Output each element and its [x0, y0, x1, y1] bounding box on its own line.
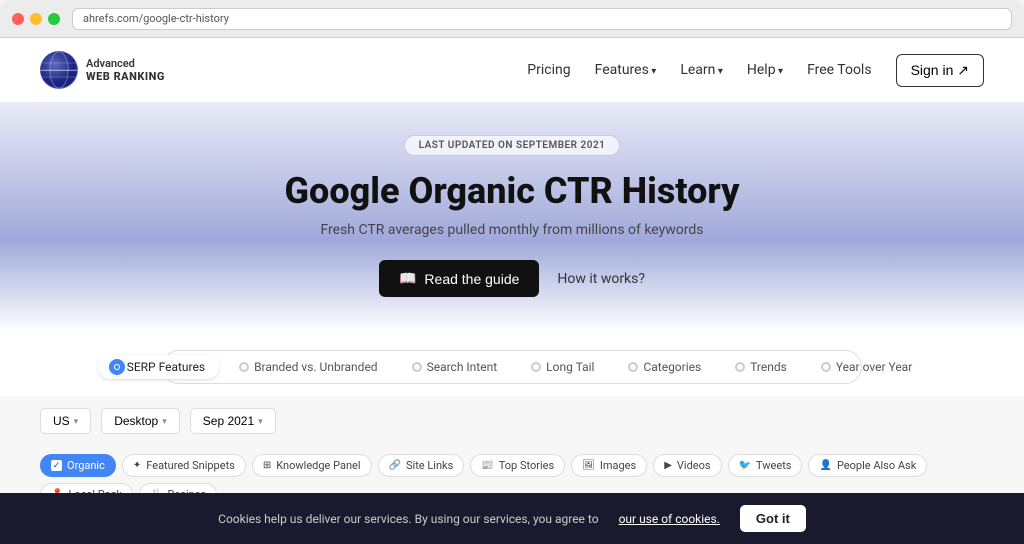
nav-free-tools[interactable]: Free Tools [807, 62, 872, 78]
read-guide-button[interactable]: 📖 Read the guide [379, 260, 539, 297]
tab-label-longtail: Long Tail [546, 360, 594, 374]
tweets-icon: 🐦 [739, 460, 751, 471]
country-filter[interactable]: US ▾ [40, 408, 91, 434]
tab-branded-unbranded[interactable]: Branded vs. Unbranded [225, 355, 392, 379]
nav-links: Pricing Features Learn Help Free Tools S… [527, 54, 984, 87]
tab-label-serp: SERP Features [127, 360, 205, 374]
logo-globe-icon [40, 51, 78, 89]
tag-top-stories[interactable]: 📰 Top Stories [470, 454, 565, 477]
tab-radio-intent [412, 362, 422, 372]
tabs-section: SERP Features Branded vs. Unbranded Sear… [0, 332, 1024, 384]
navigation: Advanced WEB RANKING Pricing Features Le… [0, 38, 1024, 103]
tag-label-paa: People Also Ask [837, 459, 916, 472]
tag-people-also-ask[interactable]: 👤 People Also Ask [808, 454, 927, 477]
tab-categories[interactable]: Categories [614, 355, 715, 379]
device-filter[interactable]: Desktop ▾ [101, 408, 180, 434]
hero-actions: 📖 Read the guide How it works? [20, 260, 1004, 297]
logo-advanced: Advanced [86, 57, 165, 70]
tab-year-over-year[interactable]: Year over Year [807, 355, 926, 379]
tag-images[interactable]: 🖼 Images [571, 454, 647, 477]
cookie-banner: Cookies help us deliver our services. By… [0, 493, 1024, 544]
browser-chrome: ahrefs.com/google-ctr-history [0, 0, 1024, 38]
top-stories-icon: 📰 [481, 460, 493, 471]
tag-featured-snippets[interactable]: ✦ Featured Snippets [122, 454, 246, 477]
page-content: Advanced WEB RANKING Pricing Features Le… [0, 38, 1024, 544]
how-it-works-link[interactable]: How it works? [557, 271, 645, 287]
nav-pricing[interactable]: Pricing [527, 62, 570, 78]
hero-title: Google Organic CTR History [20, 170, 1004, 212]
people-also-ask-icon: 👤 [819, 460, 831, 471]
tag-label-videos: Videos [677, 459, 711, 472]
tab-search-intent[interactable]: Search Intent [398, 355, 512, 379]
tab-radio-categories [628, 362, 638, 372]
sign-in-button[interactable]: Sign in ↗ [896, 54, 984, 87]
logo[interactable]: Advanced WEB RANKING [40, 51, 165, 89]
logo-web-ranking: WEB RANKING [86, 70, 165, 83]
tab-radio-longtail [531, 362, 541, 372]
country-dropdown-icon: ▾ [74, 416, 79, 427]
hero-section: LAST UPDATED ON SEPTEMBER 2021 Google Or… [0, 103, 1024, 332]
tab-label-categories: Categories [643, 360, 701, 374]
tab-serp-features[interactable]: SERP Features [98, 355, 219, 379]
date-label: Sep 2021 [203, 414, 254, 428]
knowledge-panel-icon: ⊞ [263, 460, 271, 471]
date-filter[interactable]: Sep 2021 ▾ [190, 408, 276, 434]
tag-check-organic: ✓ [51, 460, 62, 471]
cookie-link[interactable]: our use of cookies. [619, 512, 720, 526]
tag-label-organic: Organic [67, 459, 105, 472]
tag-site-links[interactable]: 🔗 Site Links [378, 454, 465, 477]
site-links-icon: 🔗 [389, 460, 401, 471]
tab-radio-yoy [821, 362, 831, 372]
nav-features[interactable]: Features [595, 62, 657, 78]
tab-long-tail[interactable]: Long Tail [517, 355, 608, 379]
filters-row: US ▾ Desktop ▾ Sep 2021 ▾ [0, 396, 1024, 446]
tag-organic[interactable]: ✓ Organic [40, 454, 116, 477]
tab-label-trends: Trends [750, 360, 787, 374]
cookie-text: Cookies help us deliver our services. By… [218, 512, 598, 526]
tag-label-featured: Featured Snippets [146, 459, 235, 472]
logo-text: Advanced WEB RANKING [86, 57, 165, 83]
tab-label-yoy: Year over Year [836, 360, 912, 374]
nav-learn[interactable]: Learn [680, 62, 723, 78]
close-button[interactable] [12, 13, 24, 25]
tag-label-topstories: Top Stories [499, 459, 554, 472]
tag-label-tweets: Tweets [756, 459, 791, 472]
tab-label-branded: Branded vs. Unbranded [254, 360, 378, 374]
device-label: Desktop [114, 414, 158, 428]
hero-badge: LAST UPDATED ON SEPTEMBER 2021 [404, 135, 621, 156]
tag-label-sitelinks: Site Links [406, 459, 453, 472]
got-it-button[interactable]: Got it [740, 505, 806, 532]
read-guide-label: Read the guide [424, 271, 519, 287]
images-icon: 🖼 [582, 460, 595, 471]
tabs-row: SERP Features Branded vs. Unbranded Sear… [162, 350, 862, 384]
device-dropdown-icon: ▾ [162, 416, 167, 427]
tab-radio-serp [112, 362, 122, 372]
tab-label-intent: Search Intent [427, 360, 498, 374]
url-text: ahrefs.com/google-ctr-history [83, 12, 229, 25]
traffic-lights [12, 13, 60, 25]
featured-snippets-icon: ✦ [133, 460, 141, 471]
videos-icon: ▶ [664, 460, 672, 471]
tab-trends[interactable]: Trends [721, 355, 801, 379]
address-bar[interactable]: ahrefs.com/google-ctr-history [72, 8, 1012, 30]
minimize-button[interactable] [30, 13, 42, 25]
tag-videos[interactable]: ▶ Videos [653, 454, 721, 477]
tag-label-knowledge: Knowledge Panel [276, 459, 360, 472]
tab-radio-trends [735, 362, 745, 372]
nav-help[interactable]: Help [747, 62, 783, 78]
tag-label-images: Images [600, 459, 636, 472]
tag-tweets[interactable]: 🐦 Tweets [728, 454, 803, 477]
tag-knowledge-panel[interactable]: ⊞ Knowledge Panel [252, 454, 372, 477]
book-icon: 📖 [399, 270, 416, 287]
date-dropdown-icon: ▾ [258, 416, 263, 427]
hero-subtitle: Fresh CTR averages pulled monthly from m… [20, 222, 1004, 238]
tab-radio-branded [239, 362, 249, 372]
fullscreen-button[interactable] [48, 13, 60, 25]
country-label: US [53, 414, 70, 428]
